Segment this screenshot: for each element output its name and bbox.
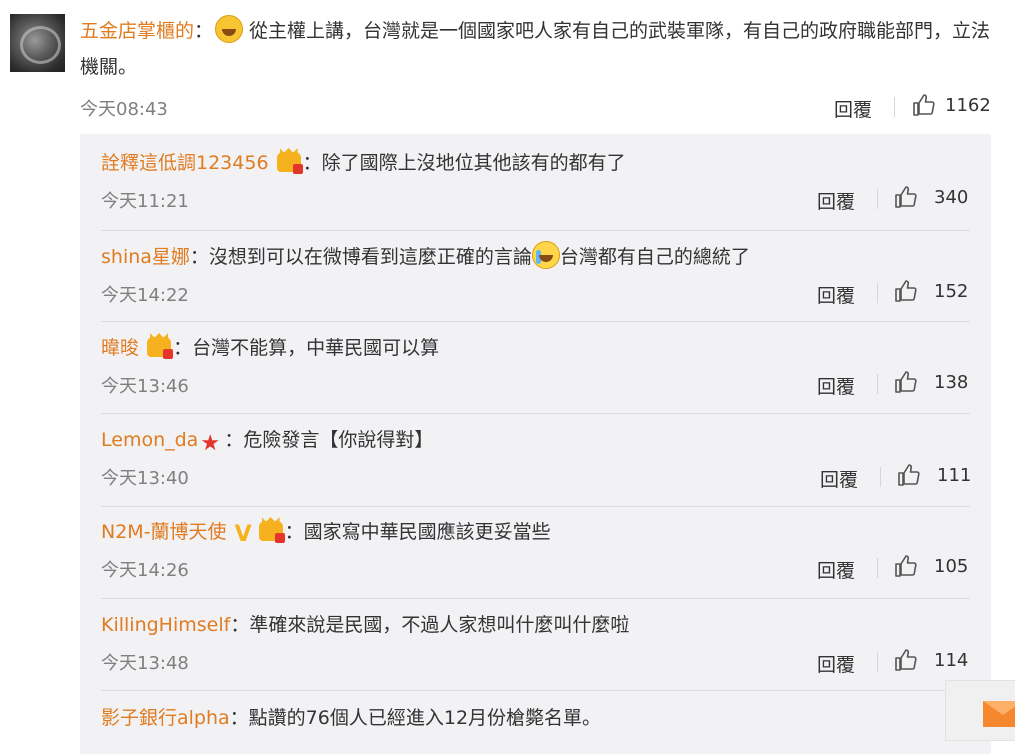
like-count: 340 [934, 187, 969, 208]
divider [877, 189, 878, 209]
reply-meta: 今天14:22 回覆 152 [101, 272, 970, 312]
like-icon[interactable] [894, 279, 918, 303]
reply-meta: 今天14:26 回覆 105 [101, 547, 970, 587]
reply-item: 詮釋這低調123456 ：除了國際上沒地位其他該有的都有了 今天11:21 回覆… [101, 148, 970, 218]
timestamp: 今天08:43 [80, 99, 168, 120]
colon: ： [194, 20, 214, 42]
reply-text: ：點讚的76個人已經進入12月份槍斃名單。 [229, 707, 602, 729]
reply-text-continued: 台灣都有自己的總統了 [559, 246, 750, 268]
username-link[interactable]: 暐晙 [101, 337, 139, 359]
reply-item: 暐晙 ：台灣不能算，中華民國可以算 今天13:46 回覆 138 [101, 333, 970, 403]
reply-button[interactable]: 回覆 [817, 372, 855, 399]
reply-text: ：國家寫中華民國應該更妥當些 [284, 521, 551, 543]
username-link[interactable]: 五金店掌櫃的 [80, 20, 194, 42]
reply-button[interactable]: 回覆 [817, 187, 855, 214]
reply-button[interactable]: 回覆 [817, 650, 855, 677]
like-icon[interactable] [894, 185, 918, 209]
reply-button[interactable]: 回覆 [817, 556, 855, 583]
reply-item: N2M-蘭博天使 V ：國家寫中華民國應該更妥當些 今天14:26 回覆 105 [101, 517, 970, 587]
username-link[interactable]: N2M-蘭博天使 [101, 521, 227, 543]
like-count: 138 [934, 372, 969, 393]
reply-button[interactable]: 回覆 [834, 95, 872, 122]
reply-meta: 今天11:21 回覆 340 [101, 178, 970, 218]
reply-meta: 今天13:40 回覆 111 [101, 455, 972, 495]
divider [877, 283, 878, 303]
row-divider [101, 598, 970, 599]
username-link[interactable]: shina星娜 [101, 246, 190, 268]
timestamp: 今天13:40 [101, 468, 189, 489]
like-count: 114 [934, 650, 969, 671]
reply-item: 影子銀行alpha：點讚的76個人已經進入12月份槍斃名單。 [101, 703, 970, 733]
like-count: 111 [937, 465, 972, 486]
like-icon[interactable] [894, 554, 918, 578]
avatar[interactable] [10, 14, 65, 72]
row-divider [101, 321, 970, 322]
reply-text: ：台灣不能算，中華民國可以算 [173, 337, 440, 359]
like-count: 105 [934, 556, 969, 577]
envelope-icon [983, 701, 1015, 727]
row-divider [101, 690, 970, 691]
divider [877, 652, 878, 672]
like-count: 152 [934, 281, 969, 302]
row-divider [101, 230, 970, 231]
divider [880, 467, 881, 487]
comment-text-block: 五金店掌櫃的： 從主權上講，台灣就是一個國家吧人家有自己的武裝軍隊，有自己的政府職… [80, 13, 992, 85]
reply-text: ：危險發言【你說得對】 [224, 429, 434, 451]
username-link[interactable]: KillingHimself [101, 614, 230, 636]
reply-button[interactable]: 回覆 [820, 465, 858, 492]
timestamp: 今天14:22 [101, 285, 189, 306]
star-icon: ★ [200, 431, 221, 456]
divider [894, 97, 895, 117]
message-button[interactable] [945, 680, 1015, 741]
username-link[interactable]: 影子銀行alpha [101, 707, 230, 729]
vip-icon: V [234, 522, 252, 547]
divider [877, 558, 878, 578]
reply-meta: 今天13:46 回覆 138 [101, 363, 970, 403]
crown-icon [258, 521, 285, 543]
reply-text: ：沒想到可以在微博看到這麼正確的言論 [189, 246, 532, 268]
username-link[interactable]: Lemon_da [101, 429, 198, 451]
reply-item: shina星娜：沒想到可以在微博看到這麼正確的言論 台灣都有自己的總統了 今天14… [101, 241, 970, 312]
reply-text: ：準確來說是民國，不過人家想叫什麼叫什麼啦 [230, 614, 630, 636]
reply-item: KillingHimself：準確來說是民國，不過人家想叫什麼叫什麼啦 今天13… [101, 610, 970, 680]
divider [877, 374, 878, 394]
like-icon[interactable] [897, 463, 921, 487]
crown-icon [147, 337, 174, 359]
like-icon[interactable] [894, 370, 918, 394]
crying-emoji-icon [531, 241, 560, 269]
replies-panel: 詮釋這低調123456 ：除了國際上沒地位其他該有的都有了 今天11:21 回覆… [80, 134, 991, 754]
timestamp: 今天13:48 [101, 653, 189, 674]
username-link[interactable]: 詮釋這低調123456 [101, 152, 269, 174]
laugh-cry-emoji-icon [215, 15, 244, 43]
like-icon[interactable] [912, 93, 936, 117]
top-comment: 五金店掌櫃的： 從主權上講，台灣就是一個國家吧人家有自己的武裝軍隊，有自己的政府職… [80, 13, 1000, 129]
like-icon[interactable] [894, 648, 918, 672]
comment-meta: 今天08:43 回覆 1162 [80, 89, 1000, 129]
timestamp: 今天11:21 [101, 191, 189, 212]
timestamp: 今天14:26 [101, 560, 189, 581]
crown-icon [276, 152, 303, 174]
reply-text: ：除了國際上沒地位其他該有的都有了 [302, 152, 626, 174]
row-divider [101, 413, 970, 414]
row-divider [101, 506, 970, 507]
reply-meta: 今天13:48 回覆 114 [101, 640, 970, 680]
reply-item: Lemon_da★ ：危險發言【你說得對】 今天13:40 回覆 111 [101, 425, 972, 495]
timestamp: 今天13:46 [101, 376, 189, 397]
reply-button[interactable]: 回覆 [817, 281, 855, 308]
like-count: 1162 [945, 95, 991, 116]
